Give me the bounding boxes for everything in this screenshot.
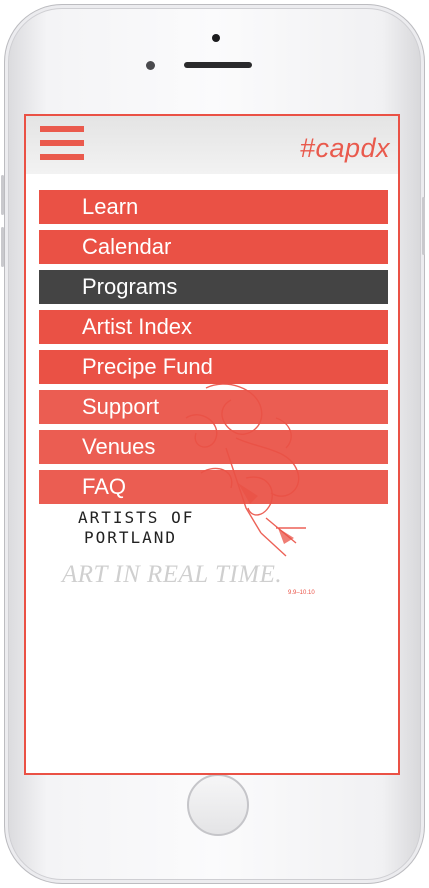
poster-tagline: ART IN REAL TIME. xyxy=(62,561,283,588)
menu-item-learn[interactable]: Learn xyxy=(39,190,388,224)
menu-item-support[interactable]: Support xyxy=(39,390,388,424)
front-camera xyxy=(212,34,220,42)
menu-item-artist-index[interactable]: Artist Index xyxy=(39,310,388,344)
power-button xyxy=(422,197,425,255)
menu-item-venues[interactable]: Venues xyxy=(39,430,388,464)
hamburger-icon[interactable] xyxy=(40,126,84,162)
menu-item-programs[interactable]: Programs xyxy=(39,270,388,304)
menu-item-calendar[interactable]: Calendar xyxy=(39,230,388,264)
app-header: #capdx xyxy=(26,116,398,174)
nav-menu: Learn Calendar Programs Artist Index Pre… xyxy=(39,190,388,510)
menu-item-faq[interactable]: FAQ xyxy=(39,470,388,504)
proximity-sensor xyxy=(146,61,155,70)
volume-up-button xyxy=(1,175,4,215)
poster-artists-text: ARTISTS OF PORTLAND xyxy=(78,508,195,547)
menu-item-precipe-fund[interactable]: Precipe Fund xyxy=(39,350,388,384)
poster-dates: 9.9–10.10 xyxy=(288,590,315,596)
volume-down-button xyxy=(1,227,4,267)
earpiece-speaker xyxy=(184,62,252,68)
app-screen: #capdx ARTISTS OF PORTLAND ART IN REAL T… xyxy=(24,114,400,775)
hashtag-title: #capdx xyxy=(299,133,390,163)
home-button[interactable] xyxy=(187,774,249,836)
